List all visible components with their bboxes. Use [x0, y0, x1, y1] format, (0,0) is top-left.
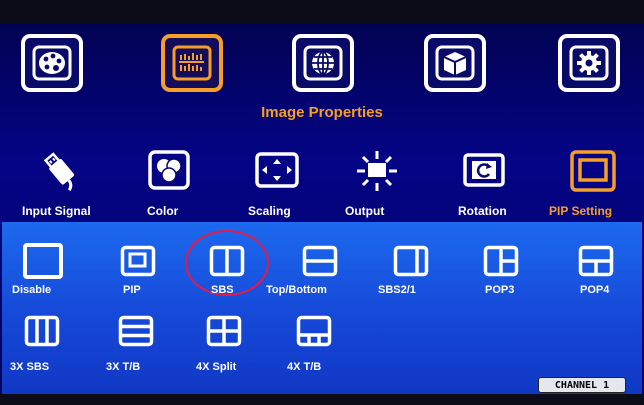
output-burst-icon[interactable] [351, 145, 403, 197]
top-bottom-layout-icon[interactable] [302, 245, 338, 277]
palette-icon[interactable] [21, 34, 83, 92]
disable-layout-icon[interactable] [22, 242, 64, 280]
sub-label-output[interactable]: Output [345, 204, 384, 218]
pop3-layout-icon[interactable] [483, 245, 519, 277]
3x-sbs-layout-icon[interactable] [24, 315, 60, 347]
bezel-top [0, 0, 644, 24]
pip-mode-label-top-bottom[interactable]: Top/Bottom [266, 284, 327, 296]
color-circles-icon[interactable] [143, 145, 195, 197]
sub-label-pip-setting[interactable]: PIP Setting [549, 204, 612, 218]
sbs2-1-layout-icon[interactable] [393, 245, 429, 277]
sub-label-input-signal[interactable]: Input Signal [22, 204, 91, 218]
scaling-arrows-icon[interactable] [251, 145, 303, 197]
pip-mode-label-4x-tb[interactable]: 4X T/B [287, 361, 321, 373]
pip-mode-label-sbs2-1[interactable]: SBS2/1 [378, 284, 416, 296]
pip-setting-icon[interactable] [567, 145, 619, 197]
pip-mode-label-disable[interactable]: Disable [12, 284, 51, 296]
pip-mode-label-4x-split[interactable]: 4X Split [196, 361, 236, 373]
pip-mode-label-pip[interactable]: PIP [123, 284, 141, 296]
4x-tb-layout-icon[interactable] [296, 315, 332, 347]
pop4-layout-icon[interactable] [578, 245, 614, 277]
sub-label-rotation[interactable]: Rotation [458, 204, 507, 218]
pip-mode-label-sbs[interactable]: SBS [211, 284, 234, 296]
pip-mode-label-pop3[interactable]: POP3 [485, 284, 514, 296]
pip-mode-label-pop4[interactable]: POP4 [580, 284, 609, 296]
3d-cube-icon[interactable] [424, 34, 486, 92]
globe-icon[interactable] [292, 34, 354, 92]
pip-mode-label-3x-sbs[interactable]: 3X SBS [10, 361, 49, 373]
settings-gear-icon[interactable] [558, 34, 620, 92]
sub-label-color[interactable]: Color [147, 204, 178, 218]
3x-tb-layout-icon[interactable] [118, 315, 154, 347]
4x-split-layout-icon[interactable] [206, 315, 242, 347]
osd-screen: Image Properties Input Signal Color Scal… [0, 0, 644, 405]
usb-cable-icon[interactable] [35, 145, 87, 197]
section-title: Image Properties [261, 104, 383, 121]
pip-mode-label-3x-tb[interactable]: 3X T/B [106, 361, 140, 373]
image-properties-icon[interactable] [161, 34, 223, 92]
pip-layout-icon[interactable] [120, 245, 156, 277]
rotation-icon[interactable] [458, 145, 510, 197]
channel-badge: CHANNEL 1 [538, 377, 626, 393]
bezel-bottom [0, 394, 644, 405]
sub-label-scaling[interactable]: Scaling [248, 204, 291, 218]
